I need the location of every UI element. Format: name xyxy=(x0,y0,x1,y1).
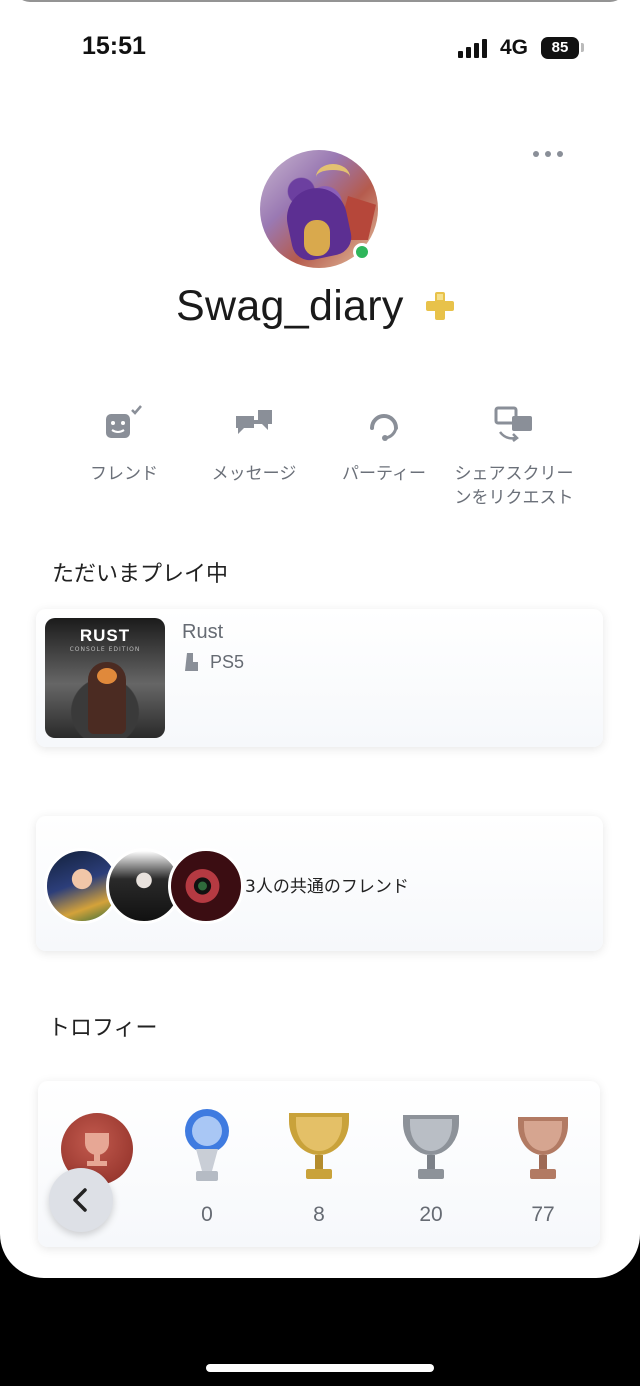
profile-screen: 15:51 4G 85 Swag_diary フレンド メッセージ パーティー … xyxy=(0,0,640,1278)
more-options-icon[interactable] xyxy=(528,140,568,168)
share-screen-button[interactable]: シェアスクリー ンをリクエスト xyxy=(444,402,584,510)
trophies-title: トロフィー xyxy=(48,1016,158,1041)
party-label: パーティー xyxy=(342,464,426,484)
thumb-subtitle: CONSOLE EDITION xyxy=(69,646,141,653)
ps5-console-icon xyxy=(185,653,198,671)
bronze-trophy-icon xyxy=(518,1117,568,1179)
gold-count: 8 xyxy=(313,1203,325,1226)
share-screen-icon xyxy=(494,406,532,442)
friend-request-button[interactable]: フレンド xyxy=(54,402,194,486)
message-button[interactable]: メッセージ xyxy=(184,402,324,486)
friend-request-icon xyxy=(106,405,142,438)
friend-label: フレンド xyxy=(90,464,158,484)
back-button[interactable] xyxy=(49,1168,113,1232)
battery-icon: 85 xyxy=(541,37,579,59)
silver-trophy-icon xyxy=(403,1115,459,1179)
game-thumbnail: RUST CONSOLE EDITION xyxy=(45,618,165,738)
game-name: Rust xyxy=(182,621,224,643)
signal-icon xyxy=(458,38,492,58)
thumb-mask xyxy=(97,668,117,684)
home-indicator[interactable] xyxy=(206,1364,434,1372)
status-time: 15:51 xyxy=(82,32,146,60)
mutual-friends-text: 3人の共通のフレンド xyxy=(245,877,409,897)
platinum-trophy-icon xyxy=(185,1109,229,1181)
party-button[interactable]: パーティー xyxy=(314,402,454,486)
battery-tip xyxy=(581,43,584,52)
status-bar: 15:51 4G 85 xyxy=(0,0,640,90)
message-icon xyxy=(236,410,272,434)
mutual-friends-card[interactable]: 3人の共通のフレンド xyxy=(36,816,603,951)
trophies-card[interactable]: 0 8 20 77 xyxy=(38,1081,600,1247)
username: Swag_diary xyxy=(176,282,404,330)
headset-icon xyxy=(370,414,398,441)
thumb-title: RUST xyxy=(79,626,131,645)
silver-count: 20 xyxy=(419,1203,443,1226)
ps-plus-icon xyxy=(426,292,454,320)
bronze-count: 77 xyxy=(531,1203,555,1226)
avatar-horn xyxy=(316,164,350,190)
game-platform: PS5 xyxy=(210,652,245,672)
platinum-count: 0 xyxy=(201,1203,213,1226)
chevron-left-icon xyxy=(73,1188,87,1212)
now-playing-title: ただいまプレイ中 xyxy=(52,562,229,587)
gold-trophy-icon xyxy=(289,1113,349,1179)
mutual-friend-avatar xyxy=(168,848,244,924)
now-playing-card[interactable]: RUST CONSOLE EDITION Rust PS5 xyxy=(36,609,603,747)
online-status-dot xyxy=(353,243,371,261)
network-type: 4G xyxy=(500,36,529,59)
action-bar: フレンド メッセージ パーティー シェアスクリー ンをリクエスト xyxy=(54,402,614,522)
share-screen-label: シェアスクリー ンをリクエスト xyxy=(454,464,574,508)
avatar-belly xyxy=(304,220,330,256)
message-label: メッセージ xyxy=(211,464,297,484)
